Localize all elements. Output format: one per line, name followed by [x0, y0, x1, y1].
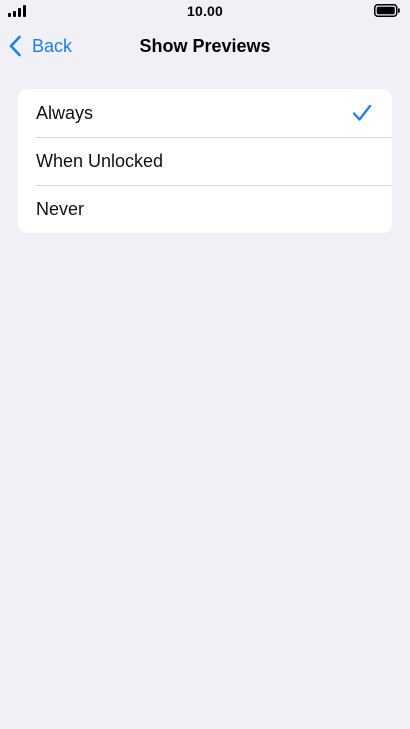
option-always[interactable]: Always — [18, 89, 392, 137]
option-label: Never — [36, 198, 85, 219]
option-when-unlocked[interactable]: When Unlocked — [18, 137, 392, 185]
status-bar: 10.00 — [0, 0, 410, 24]
option-label: Always — [36, 102, 94, 123]
page-title: Show Previews — [139, 36, 271, 56]
checkmark-icon — [352, 104, 372, 121]
navigation-bar: Back Show Previews — [0, 28, 410, 64]
option-label: When Unlocked — [36, 150, 164, 171]
status-time: 10.00 — [186, 3, 224, 19]
battery-full-icon — [374, 4, 400, 17]
show-previews-options: Always When Unlocked Never — [18, 89, 392, 233]
option-never[interactable]: Never — [18, 185, 392, 233]
